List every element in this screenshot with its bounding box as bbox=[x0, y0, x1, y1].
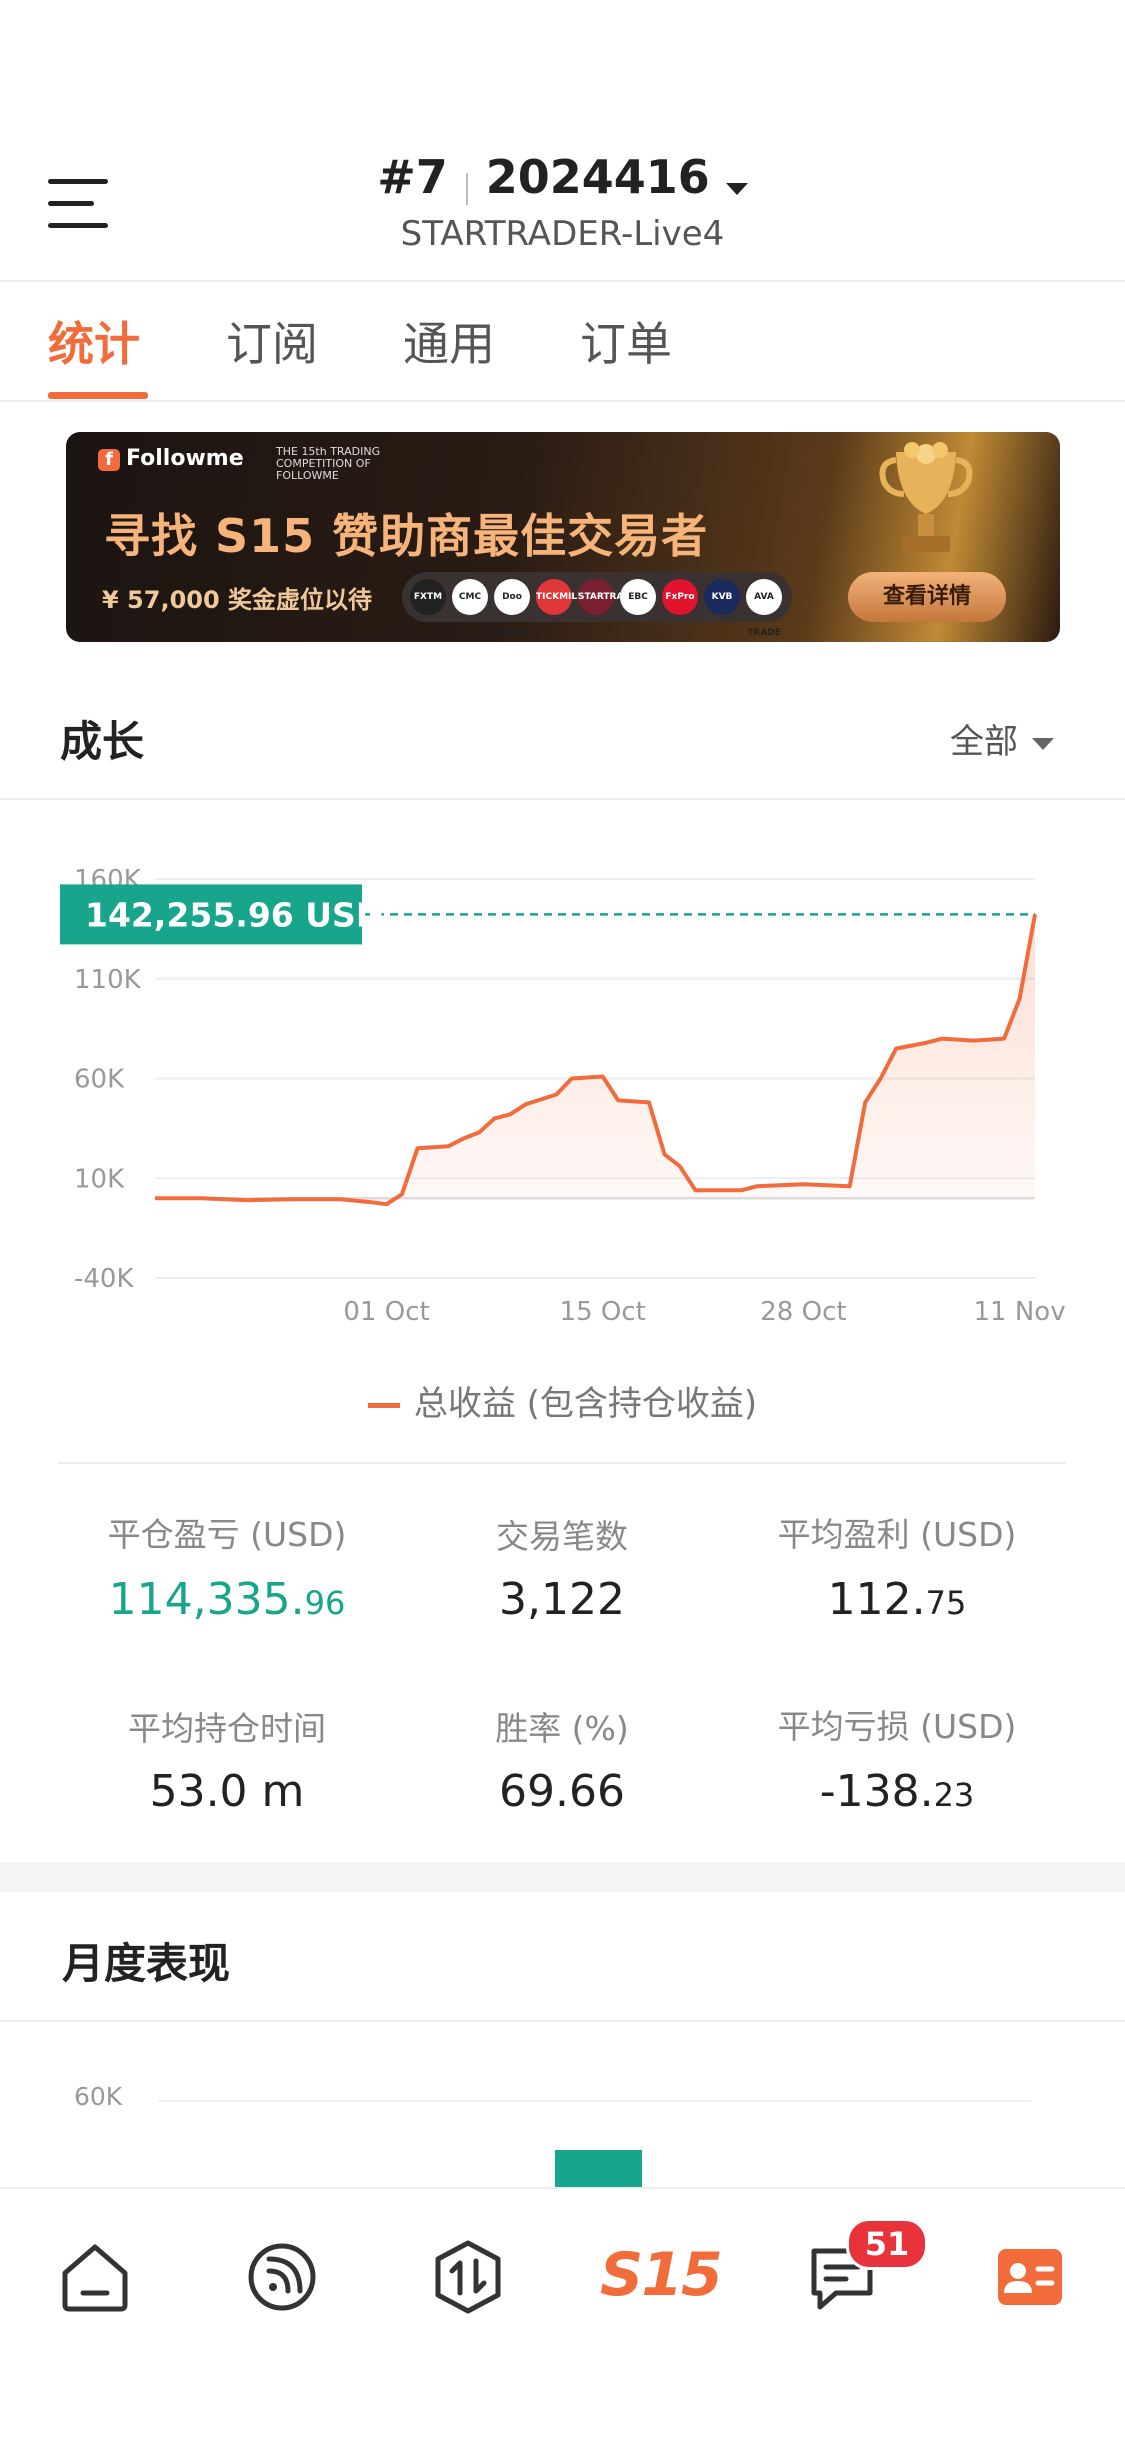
x-tick-label: 11 Nov bbox=[974, 1297, 1066, 1327]
banner-brand: f Followme bbox=[98, 446, 244, 471]
stat-value-trades: 3,122 bbox=[499, 1574, 625, 1625]
stat-label: 平仓盈亏 (USD) bbox=[107, 1515, 347, 1554]
growth-chart: 160K110K60K10K-40K01 Oct 15 Oct 28 Oct 11 N… bbox=[60, 865, 1066, 1327]
server-name: STARTRADER-Live4 bbox=[400, 214, 725, 254]
growth-area bbox=[155, 914, 1035, 1205]
tabs-divider bbox=[0, 400, 1125, 402]
sponsor-logos: FXTM CMC Doo Prime TICKMILL STARTRADER E… bbox=[402, 572, 792, 638]
stat-value-avg-loss: -138.23 bbox=[819, 1766, 975, 1817]
header-divider bbox=[0, 280, 1125, 282]
legend-divider bbox=[58, 1462, 1066, 1464]
title-separator bbox=[465, 172, 468, 205]
banner-competition: THE 15th TRADING COMPETITION OF FOLLOWME bbox=[276, 445, 381, 482]
profile-icon[interactable] bbox=[990, 2237, 1070, 2317]
monthly-divider bbox=[0, 2020, 1125, 2022]
banner-headline: 寻找 S15 赞助商最佳交易者 bbox=[104, 509, 709, 563]
bottom-nav: S15 51 bbox=[0, 2187, 1125, 2438]
x-tick-label: 01 Oct bbox=[343, 1297, 429, 1327]
monthly-title: 月度表现 bbox=[62, 1939, 231, 1988]
stat-label: 平均持仓时间 bbox=[128, 1709, 326, 1748]
tab-general[interactable]: 通用 bbox=[403, 308, 495, 374]
tab-orders[interactable]: 订单 bbox=[580, 308, 672, 374]
x-tick-label: 15 Oct bbox=[560, 1297, 646, 1327]
tab-subscribe[interactable]: 订阅 bbox=[226, 308, 318, 374]
range-filter[interactable]: 全部 bbox=[950, 714, 1054, 763]
section-separator bbox=[0, 1862, 1125, 1892]
y-tick-label: 10K bbox=[74, 1164, 125, 1194]
sponsor-logo: KVB bbox=[704, 579, 740, 615]
account-selector[interactable]: #7 2024416 bbox=[0, 150, 1125, 205]
x-tick-label: 28 Oct bbox=[760, 1297, 846, 1327]
trade-icon[interactable] bbox=[428, 2237, 508, 2317]
stat-value-win-rate: 69.66 bbox=[499, 1766, 625, 1817]
tab-statistics[interactable]: 统计 bbox=[48, 308, 140, 374]
trophy-icon bbox=[879, 442, 973, 552]
chevron-down-icon bbox=[725, 182, 748, 195]
stat-value-closed-pnl: 114,335.96 bbox=[108, 1574, 346, 1625]
monthly-gridline bbox=[158, 2100, 1031, 2102]
stat-value-avg-hold: 53.0 m bbox=[149, 1766, 305, 1817]
s15-tab[interactable]: S15 bbox=[600, 2235, 723, 2315]
stat-label: 胜率 (%) bbox=[495, 1709, 629, 1748]
stat-label: 交易笔数 bbox=[496, 1517, 628, 1556]
y-tick-label: -40K bbox=[74, 1264, 134, 1294]
view-details-button[interactable]: 查看详情 bbox=[848, 572, 1006, 622]
growth-divider bbox=[0, 798, 1125, 800]
home-icon[interactable] bbox=[55, 2237, 135, 2317]
growth-title: 成长 bbox=[60, 717, 145, 766]
sponsor-logo: EBC bbox=[620, 579, 656, 615]
sponsor-logo: STARTRADER bbox=[578, 579, 644, 615]
sponsor-logo: TICKMILL bbox=[536, 579, 583, 615]
account-rank: #7 bbox=[377, 150, 448, 204]
stat-label: 平均亏损 (USD) bbox=[777, 1707, 1017, 1746]
active-tab-indicator bbox=[48, 392, 148, 399]
stat-label: 平均盈利 (USD) bbox=[777, 1515, 1017, 1554]
legend-swatch bbox=[367, 1403, 400, 1408]
stat-value-avg-profit: 112.75 bbox=[827, 1574, 967, 1625]
promo-banner[interactable]: f Followme THE 15th TRADING COMPETITION O… bbox=[66, 432, 1060, 642]
current-value-label: 142,255.96 USD bbox=[85, 895, 383, 934]
account-id: 2024416 bbox=[485, 150, 710, 204]
sponsor-logo: FxPro bbox=[662, 579, 698, 615]
sponsor-logo: AVA TRADE bbox=[746, 579, 782, 638]
followme-logo-icon: f bbox=[98, 449, 120, 471]
banner-prize: ¥ 57,000 奖金虚位以待 bbox=[102, 586, 373, 614]
feed-icon[interactable] bbox=[242, 2237, 322, 2317]
monthly-y-tick: 60K bbox=[74, 2082, 123, 2111]
sponsor-logo: Doo Prime bbox=[494, 579, 530, 638]
sponsor-logo: CMC bbox=[452, 579, 488, 615]
y-tick-label: 110K bbox=[74, 965, 142, 995]
sponsor-logo: FXTM bbox=[410, 579, 446, 615]
monthly-bar bbox=[555, 2150, 642, 2190]
chevron-down-icon bbox=[1032, 737, 1054, 750]
y-tick-label: 60K bbox=[74, 1065, 125, 1095]
chart-legend: 总收益 (包含持仓收益) bbox=[0, 1376, 1125, 1425]
messages-badge: 51 bbox=[846, 2218, 928, 2270]
